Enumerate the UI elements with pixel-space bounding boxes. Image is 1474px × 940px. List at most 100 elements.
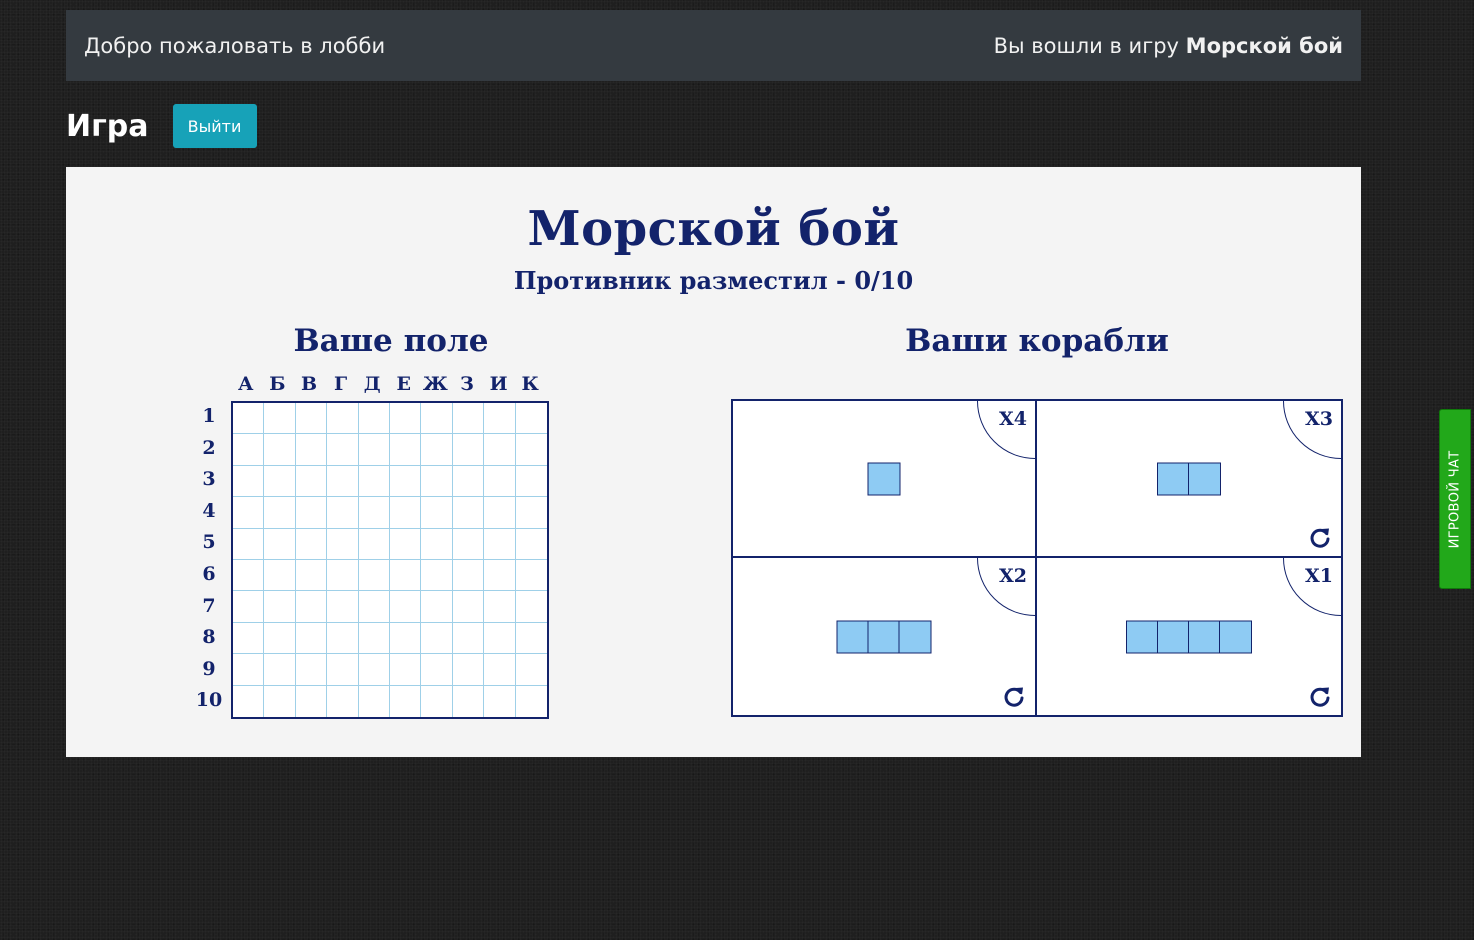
- board-cell[interactable]: [484, 403, 516, 435]
- board-cell[interactable]: [389, 559, 422, 592]
- board-cell[interactable]: [389, 528, 422, 560]
- board-cell[interactable]: [515, 654, 547, 686]
- board-cell[interactable]: [358, 622, 390, 655]
- board-cell[interactable]: [327, 528, 359, 560]
- board-cell[interactable]: [295, 434, 328, 466]
- board-cell[interactable]: [264, 403, 296, 435]
- board-cell[interactable]: [327, 403, 359, 435]
- board-cell[interactable]: [421, 465, 453, 498]
- board-cell[interactable]: [484, 528, 516, 560]
- rotate-icon[interactable]: [1001, 683, 1027, 709]
- board-cell[interactable]: [233, 497, 265, 529]
- board-cell[interactable]: [515, 591, 547, 623]
- board-cell[interactable]: [295, 497, 328, 529]
- board-cell[interactable]: [421, 434, 453, 466]
- board-cell[interactable]: [233, 622, 265, 655]
- board-cell[interactable]: [484, 465, 516, 498]
- rotate-icon[interactable]: [1307, 683, 1333, 709]
- board-cell[interactable]: [390, 685, 422, 717]
- board-cell[interactable]: [358, 528, 390, 560]
- board-cell[interactable]: [389, 434, 422, 466]
- board-cell[interactable]: [264, 528, 296, 560]
- exit-button[interactable]: Выйти: [172, 104, 257, 148]
- board-cell[interactable]: [515, 466, 547, 498]
- board-cell[interactable]: [327, 654, 359, 686]
- board-cell[interactable]: [358, 434, 390, 466]
- board-cell[interactable]: [484, 622, 516, 655]
- board-cell[interactable]: [358, 403, 390, 435]
- board-cell[interactable]: [327, 622, 359, 655]
- board-cell[interactable]: [233, 434, 265, 466]
- board-cell[interactable]: [358, 497, 390, 529]
- board-cell[interactable]: [233, 465, 265, 498]
- board-cell[interactable]: [295, 528, 328, 560]
- ship-3-deck[interactable]: [836, 620, 932, 653]
- board-cell[interactable]: [421, 685, 453, 717]
- board-cell[interactable]: [327, 591, 359, 623]
- board-cell[interactable]: [389, 591, 422, 623]
- board-cell[interactable]: [295, 591, 328, 623]
- rotate-icon[interactable]: [1307, 524, 1333, 550]
- board-cell[interactable]: [233, 591, 265, 623]
- board-cell[interactable]: [358, 591, 390, 623]
- board-cell[interactable]: [452, 465, 485, 498]
- ship-4-deck[interactable]: [1126, 620, 1252, 653]
- board-cell[interactable]: [453, 685, 485, 717]
- board-cell[interactable]: [264, 654, 296, 686]
- board-cell[interactable]: [515, 623, 547, 655]
- board-cell[interactable]: [389, 622, 422, 655]
- board-cell[interactable]: [359, 685, 390, 717]
- board-cell[interactable]: [515, 497, 547, 529]
- board-cell[interactable]: [233, 654, 265, 686]
- board-cell[interactable]: [358, 654, 390, 686]
- board-cell[interactable]: [421, 654, 453, 686]
- board-cell[interactable]: [452, 654, 485, 686]
- board-cell[interactable]: [358, 559, 390, 592]
- board-cell[interactable]: [295, 654, 328, 686]
- ship-1-deck[interactable]: [867, 462, 901, 495]
- board-cell[interactable]: [516, 686, 547, 717]
- board-cell[interactable]: [233, 559, 265, 592]
- board-cell[interactable]: [264, 559, 296, 592]
- board-cell[interactable]: [264, 622, 296, 655]
- board-cell[interactable]: [515, 560, 547, 592]
- game-chat-tab[interactable]: ИГРОВОЙ ЧАТ: [1439, 409, 1471, 589]
- board-cell[interactable]: [515, 529, 547, 560]
- board-cell[interactable]: [484, 685, 516, 717]
- board-cell[interactable]: [296, 685, 328, 717]
- board-cell[interactable]: [421, 403, 453, 435]
- board-cell[interactable]: [484, 497, 516, 529]
- ship-2-deck[interactable]: [1157, 462, 1221, 495]
- board-cell[interactable]: [421, 528, 453, 560]
- board-cell[interactable]: [421, 591, 453, 623]
- board-cell[interactable]: [327, 497, 359, 529]
- board-cell[interactable]: [327, 465, 359, 498]
- board-cell[interactable]: [389, 497, 422, 529]
- board-cell[interactable]: [327, 434, 359, 466]
- board-cell[interactable]: [452, 497, 485, 529]
- board-cell[interactable]: [233, 403, 265, 435]
- board-cell[interactable]: [264, 465, 296, 498]
- board-cell[interactable]: [233, 528, 265, 560]
- board-cell[interactable]: [421, 497, 453, 529]
- board-cell[interactable]: [264, 591, 296, 623]
- board-cell[interactable]: [389, 465, 422, 498]
- board-cell[interactable]: [484, 591, 516, 623]
- board-cell[interactable]: [452, 559, 485, 592]
- board-cell[interactable]: [484, 654, 516, 686]
- board-cell[interactable]: [452, 622, 485, 655]
- board-cell[interactable]: [264, 497, 296, 529]
- board-cell[interactable]: [484, 559, 516, 592]
- board-cell[interactable]: [295, 403, 328, 435]
- board-cell[interactable]: [452, 528, 485, 560]
- board-cell[interactable]: [515, 434, 547, 466]
- board-cell[interactable]: [389, 654, 422, 686]
- board-cell[interactable]: [421, 559, 453, 592]
- board-cell[interactable]: [264, 685, 296, 717]
- board-cell[interactable]: [484, 434, 516, 466]
- player-board-grid[interactable]: [231, 401, 549, 719]
- board-cell[interactable]: [264, 434, 296, 466]
- board-cell[interactable]: [358, 465, 390, 498]
- board-cell[interactable]: [452, 434, 485, 466]
- board-cell[interactable]: [295, 465, 328, 498]
